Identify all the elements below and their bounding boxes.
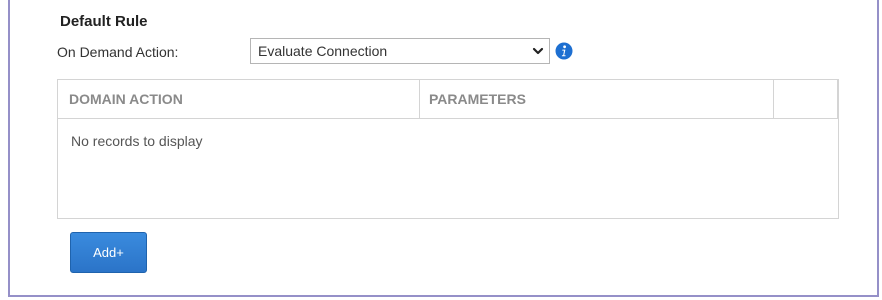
info-icon[interactable] (555, 42, 573, 60)
domain-action-grid: DOMAIN ACTION PARAMETERS No records to d… (57, 79, 839, 219)
column-header-domain-action[interactable]: DOMAIN ACTION (58, 80, 420, 118)
empty-grid-message: No records to display (71, 133, 203, 149)
section-title: Default Rule (60, 13, 148, 30)
chevron-down-icon (532, 47, 544, 55)
grid-header: DOMAIN ACTION PARAMETERS (58, 80, 838, 119)
on-demand-action-select[interactable]: Evaluate Connection (250, 38, 550, 64)
on-demand-action-label: On Demand Action: (57, 44, 179, 60)
on-demand-action-value: Evaluate Connection (258, 43, 388, 59)
column-header-actions (774, 80, 838, 118)
add-button[interactable]: Add+ (70, 232, 147, 273)
column-header-parameters[interactable]: PARAMETERS (420, 80, 774, 118)
